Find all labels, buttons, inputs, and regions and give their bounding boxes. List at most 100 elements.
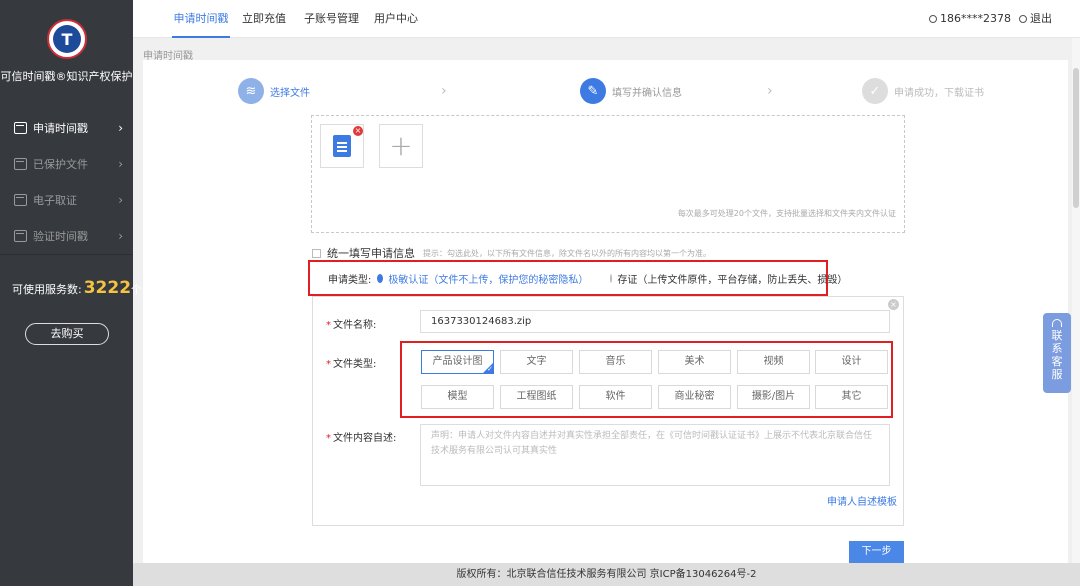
file-type-option-label: 工程图纸 [516, 391, 557, 402]
file-type-option[interactable]: 美术 [658, 350, 731, 374]
chevron-right-icon: › [118, 157, 123, 171]
layers-icon: ≋ [238, 78, 264, 104]
file-type-option[interactable]: 其它 [815, 385, 888, 409]
step-arrow-icon: › [441, 83, 447, 99]
sidebar-item-label: 已保护文件 [33, 158, 88, 171]
tab-recharge[interactable]: 立即充值 [242, 0, 286, 38]
file-type-option[interactable]: 文字 [500, 350, 573, 374]
apply-type-label: 申请类型: [328, 274, 372, 286]
logo-mark: T [53, 25, 81, 53]
file-name-label-text: 文件名称: [333, 320, 377, 331]
option-deposit[interactable]: 存证（上传文件原件，平台存储，防止丢失、损毁） [617, 271, 847, 286]
sidebar-item-label: 电子取证 [33, 194, 77, 207]
chevron-right-icon: › [118, 229, 123, 243]
sidebar-item-apply-timestamp[interactable]: 申请时间戳 › [0, 110, 133, 146]
check-icon: ✓ [487, 365, 493, 373]
close-form-icon[interactable]: × [888, 299, 899, 310]
document-icon [333, 135, 351, 157]
radio-deposit[interactable] [610, 273, 613, 283]
file-type-option[interactable]: 视频 [737, 350, 810, 374]
logo: T [47, 19, 87, 59]
top-nav: 申请时间戳 立即充值 子账号管理 用户中心 186****2378 退出 [133, 0, 1080, 38]
unify-hint: 提示：勾选此处，以下所有文件信息，除文件名以外的所有内容均以第一个为准。 [423, 248, 711, 258]
step-fill-info: ✎ 填写并确认信息 [580, 78, 682, 104]
file-type-option[interactable]: 商业秘密 [658, 385, 731, 409]
step-select-file: ≋ 选择文件 [238, 78, 310, 104]
calendar-icon [14, 194, 27, 206]
radio-sensitive[interactable] [377, 273, 384, 283]
service-label: 可使用服务数: [12, 283, 82, 296]
headset-icon [1052, 319, 1062, 327]
file-type-option[interactable]: 摄影/图片 [737, 385, 810, 409]
file-type-option-label: 音乐 [605, 356, 626, 367]
file-type-option-label: 设计 [841, 356, 862, 367]
file-name-label: * 文件名称: [326, 316, 376, 331]
file-type-option[interactable]: 模型 [421, 385, 494, 409]
service-unit: 个 [131, 283, 143, 296]
file-type-option-label: 模型 [447, 391, 468, 402]
required-mark: * [326, 433, 331, 444]
unify-label[interactable]: 统一填写申请信息 [327, 245, 415, 261]
unify-checkbox[interactable] [312, 248, 321, 258]
footer: 版权所有：北京联合信任技术服务有限公司 京ICP备13046264号-2 [133, 563, 1080, 586]
file-type-label-text: 文件类型: [333, 359, 377, 370]
contact-label: 联系客服 [1051, 329, 1063, 381]
desc-template-link[interactable]: 申请人自述模板 [827, 493, 897, 508]
option-sensitive[interactable]: 极敏认证（文件不上传，保护您的秘密隐私） [388, 271, 588, 286]
sidebar-item-label: 申请时间戳 [33, 122, 88, 135]
sidebar-item-protected-files[interactable]: 已保护文件 › [0, 146, 133, 182]
file-icon [14, 158, 27, 170]
required-mark: * [326, 320, 331, 331]
file-type-option[interactable]: 工程图纸 [500, 385, 573, 409]
file-desc-textarea[interactable]: 声明：申请人对文件内容自述并对真实性承担全部责任，在《可信时间戳认证证书》上展示… [420, 424, 890, 486]
tab-apply-timestamp[interactable]: 申请时间戳 [172, 0, 230, 38]
contact-service-button[interactable]: 联系客服 [1043, 313, 1071, 393]
unify-row: 统一填写申请信息 提示：勾选此处，以下所有文件信息，除文件名以外的所有内容均以第… [312, 245, 711, 261]
tab-user-center[interactable]: 用户中心 [374, 0, 418, 38]
service-count: 可使用服务数: 3222个 [12, 278, 142, 298]
calendar-icon [14, 230, 27, 242]
tab-subaccounts[interactable]: 子账号管理 [304, 0, 359, 38]
file-type-label: * 文件类型: [326, 355, 376, 370]
file-type-option-label: 视频 [763, 356, 784, 367]
user-icon [929, 15, 937, 23]
file-type-option[interactable]: 设计 [815, 350, 888, 374]
scrollbar-thumb[interactable] [1073, 68, 1079, 208]
file-type-option-label: 软件 [605, 391, 626, 402]
file-type-option[interactable]: 音乐 [579, 350, 652, 374]
user-phone[interactable]: 186****2378 [940, 12, 1011, 25]
apply-type-row: 申请类型: 极敏认证（文件不上传，保护您的秘密隐私） 存证（上传文件原件，平台存… [308, 260, 847, 296]
required-mark: * [326, 359, 331, 370]
sidebar-item-label: 验证时间戳 [33, 230, 88, 243]
service-number: 3222 [83, 278, 132, 298]
calendar-icon [14, 122, 27, 134]
brand-name: 可信时间戳®知识产权保护 [0, 70, 133, 83]
certificate-icon: ✓ [862, 78, 888, 104]
desc-label: * 文件内容自述: [326, 429, 396, 444]
step-label: 申请成功，下载证书 [894, 87, 984, 99]
step-label: 选择文件 [270, 87, 310, 99]
file-name-input[interactable]: 1637330124683.zip [420, 310, 890, 333]
sidebar: T 可信时间戳®知识产权保护 申请时间戳 › 已保护文件 › 电子取证 › 验证… [0, 0, 142, 586]
sidebar-divider [0, 254, 133, 255]
sidebar-item-evidence[interactable]: 电子取证 › [0, 182, 133, 218]
remove-file-icon[interactable]: × [353, 126, 363, 136]
add-file-button[interactable]: + [379, 124, 423, 168]
file-type-option-label: 产品设计图 [432, 356, 483, 367]
file-type-option-label: 文字 [526, 356, 547, 367]
scrollbar[interactable] [1072, 38, 1080, 586]
chevron-right-icon: › [118, 193, 123, 207]
upload-hint: 每次最多可处理20个文件，支持批量选择和文件夹内文件认证 [677, 209, 896, 218]
user-area: 186****2378 退出 [929, 0, 1052, 38]
file-type-option-label: 商业秘密 [674, 391, 715, 402]
file-type-option[interactable]: 产品设计图 ✓ [421, 350, 494, 374]
next-button[interactable]: 下一步 [849, 541, 904, 563]
pencil-icon: ✎ [580, 78, 606, 104]
buy-button[interactable]: 去购买 [25, 323, 109, 345]
logout-link[interactable]: 退出 [1030, 12, 1052, 25]
sidebar-item-verify-timestamp[interactable]: 验证时间戳 › [0, 218, 133, 254]
desc-label-text: 文件内容自述: [333, 433, 397, 444]
power-icon [1019, 15, 1027, 23]
file-type-option[interactable]: 软件 [579, 385, 652, 409]
step-arrow-icon: › [767, 83, 773, 99]
